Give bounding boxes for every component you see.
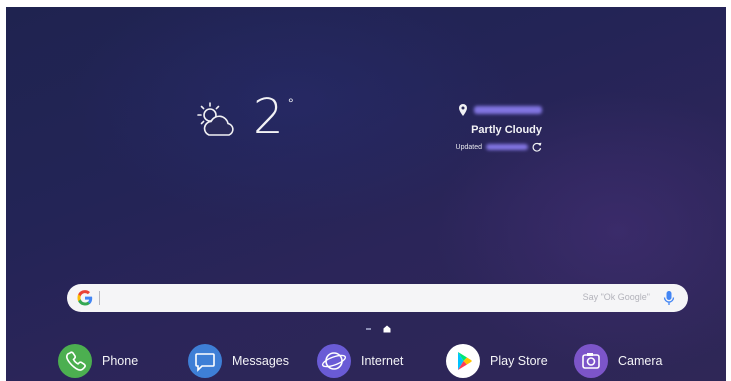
updated-row: Updated [456,141,542,153]
page-indicator[interactable] [366,325,391,333]
app-label-messages: Messages [232,354,289,368]
phone-icon [58,344,92,378]
home-page-icon [383,325,391,333]
app-label-camera: Camera [618,354,663,368]
app-phone[interactable]: Phone [58,343,138,379]
google-search-bar[interactable]: Say "Ok Google" [67,284,688,312]
weather-details[interactable]: Partly Cloudy Updated [456,103,542,153]
play-store-icon [446,344,480,378]
updated-label: Updated [455,143,482,151]
search-hint: Say "Ok Google" [582,292,650,302]
app-messages[interactable]: Messages [188,343,289,379]
location-row [456,103,542,117]
updated-time-redacted [486,144,528,150]
location-name-redacted [474,106,542,114]
internet-icon [317,344,351,378]
app-label-phone: Phone [102,354,139,368]
camera-icon [574,344,608,378]
app-label-internet: Internet [361,354,404,368]
app-play-store[interactable]: Play Store [446,343,548,379]
refresh-icon[interactable] [532,142,542,152]
app-label-play-store: Play Store [490,354,548,368]
home-screen: 2 ° Partly Cloudy Updated Say "Ok Google… [6,7,726,381]
google-logo-icon [77,290,93,306]
search-cursor [99,291,100,305]
page-dot [366,328,371,330]
mic-icon[interactable] [663,290,675,306]
app-camera[interactable]: Camera [574,343,662,379]
location-pin-icon [459,104,467,116]
degree-symbol: ° [288,95,294,111]
weather-condition: Partly Cloudy [471,124,542,136]
app-internet[interactable]: Internet [317,343,403,379]
temperature[interactable]: 2 [253,89,284,145]
partly-sunny-icon[interactable] [196,101,238,141]
messages-icon [188,344,222,378]
app-dock: Phone Messages Internet Play Store Camer… [6,343,726,379]
